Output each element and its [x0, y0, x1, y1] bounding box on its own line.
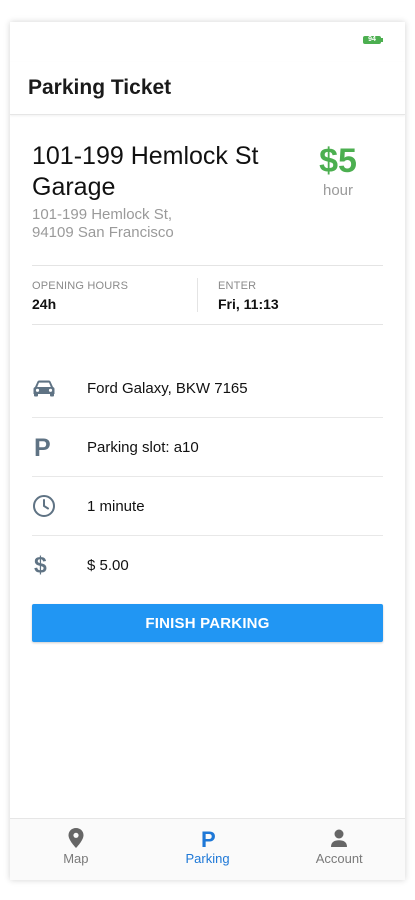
- ticket-content: 101-199 Hemlock St Garage 101-199 Hemloc…: [10, 115, 405, 642]
- price-unit: hour: [322, 182, 354, 199]
- nav-map-label: Map: [63, 851, 89, 866]
- opening-hours-label: OPENING HOURS: [32, 280, 129, 292]
- map-pin-icon: [68, 828, 84, 848]
- svg-text:$: $: [34, 552, 47, 578]
- opening-hours-value: 24h: [32, 296, 57, 312]
- opening-hours: OPENING HOURS 24h: [32, 278, 197, 312]
- location-name: 101-199 Hemlock St Garage: [32, 142, 259, 201]
- ticket-details: Ford Galaxy, BKW 7165 P Parking slot: a1…: [32, 359, 383, 594]
- cost-text: $ 5.00: [87, 556, 129, 574]
- info-row: OPENING HOURS 24h ENTER Fri, 11:13: [32, 265, 383, 325]
- app-bar: Parking Ticket: [10, 62, 405, 115]
- svg-text:P: P: [34, 435, 51, 459]
- location-address: 101-199 Hemlock St, 94109 San Francisco: [32, 206, 292, 242]
- nav-parking-label: Parking: [185, 851, 230, 866]
- detail-slot: P Parking slot: a10: [32, 418, 383, 477]
- location-header: 101-199 Hemlock St Garage 101-199 Hemloc…: [32, 115, 383, 242]
- battery-level: 94: [368, 36, 376, 43]
- phone-screen: 94 Parking Ticket 101-199 Hemlock St Gar…: [10, 22, 405, 880]
- detail-duration: 1 minute: [32, 477, 383, 536]
- clock-icon: [32, 494, 87, 518]
- slot-text: Parking slot: a10: [87, 438, 199, 456]
- enter-time: ENTER Fri, 11:13: [197, 278, 383, 312]
- page-title: Parking Ticket: [28, 76, 172, 99]
- parking-icon: P: [32, 435, 87, 459]
- dollar-icon: $: [32, 552, 87, 578]
- enter-label: ENTER: [218, 280, 257, 292]
- location-info: 101-199 Hemlock St Garage 101-199 Hemloc…: [32, 141, 292, 242]
- parking-icon: P: [201, 828, 216, 848]
- detail-car: Ford Galaxy, BKW 7165: [32, 359, 383, 418]
- nav-account-label: Account: [315, 851, 363, 866]
- battery-icon: 94: [363, 36, 383, 44]
- nav-map[interactable]: Map: [10, 819, 142, 880]
- price-box: $5 hour: [307, 141, 369, 242]
- detail-cost: $ $ 5.00: [32, 536, 383, 594]
- car-icon: [32, 379, 87, 397]
- duration-text: 1 minute: [87, 497, 145, 515]
- nav-parking[interactable]: P Parking: [142, 819, 274, 880]
- svg-text:P: P: [201, 828, 216, 848]
- price-value: $5: [319, 142, 357, 180]
- finish-parking-button[interactable]: FINISH PARKING: [32, 604, 383, 642]
- nav-account[interactable]: Account: [273, 819, 405, 880]
- address-line-1: 101-199 Hemlock St,: [32, 206, 173, 223]
- status-bar: 94: [10, 22, 405, 62]
- person-icon: [331, 829, 348, 847]
- address-line-2: 94109 San Francisco: [32, 224, 174, 241]
- enter-value: Fri, 11:13: [218, 296, 279, 312]
- bottom-nav: Map P Parking Account: [10, 818, 405, 880]
- car-text: Ford Galaxy, BKW 7165: [87, 379, 248, 397]
